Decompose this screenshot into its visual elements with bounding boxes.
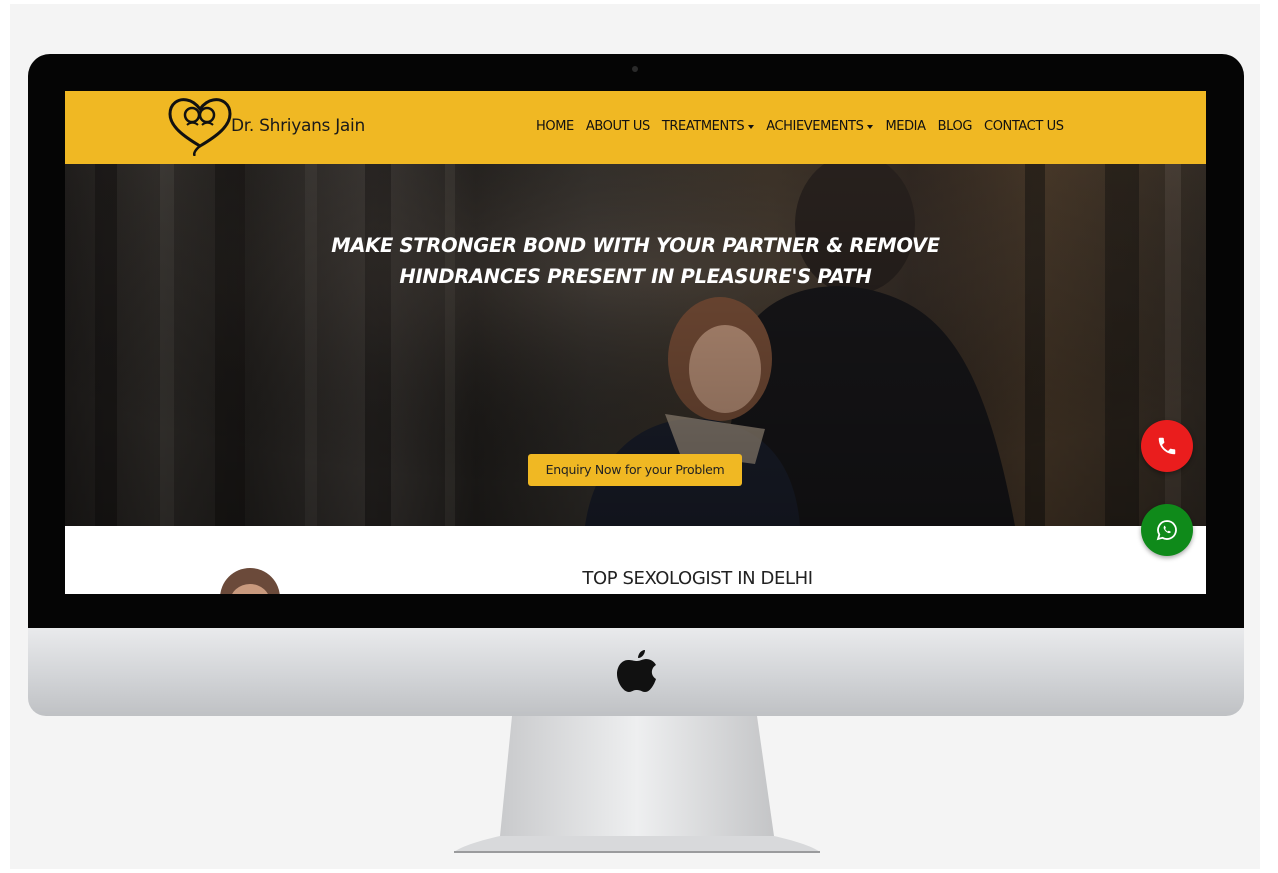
- nav-label: CONTACT US: [984, 119, 1064, 134]
- nav-item-about-us[interactable]: ABOUT US: [580, 119, 656, 134]
- nav-item-media[interactable]: MEDIA: [879, 119, 931, 134]
- nav-item-blog[interactable]: BLOG: [932, 119, 978, 134]
- whatsapp-button[interactable]: [1141, 504, 1193, 556]
- website-screen: Dr. Shriyans Jain HOME ABOUT US TREATMEN…: [65, 91, 1206, 594]
- call-button[interactable]: [1141, 420, 1193, 472]
- nav-label: ABOUT US: [585, 119, 650, 134]
- section-title: TOP SEXOLOGIST IN DELHI: [582, 568, 813, 589]
- hero-headline-line-1: MAKE STRONGER BOND WITH YOUR PARTNER & R…: [331, 234, 940, 257]
- nav-label: HOME: [536, 119, 574, 134]
- apple-logo-icon: [617, 650, 656, 692]
- nav-item-treatments[interactable]: TREATMENTS: [656, 119, 760, 134]
- doctor-photo: [220, 568, 280, 594]
- caret-down-icon: [748, 124, 755, 129]
- caret-down-icon: [867, 124, 874, 129]
- phone-icon: [1158, 437, 1176, 455]
- nav-item-home[interactable]: HOME: [530, 119, 580, 134]
- intro-section: TOP SEXOLOGIST IN DELHI: [65, 526, 1206, 594]
- nav-item-contact-us[interactable]: CONTACT US: [978, 119, 1070, 134]
- hero-headline: MAKE STRONGER BOND WITH YOUR PARTNER & R…: [65, 230, 1206, 292]
- nav-label: BLOG: [937, 119, 973, 134]
- brand[interactable]: Dr. Shriyans Jain: [165, 94, 365, 160]
- navbar: Dr. Shriyans Jain HOME ABOUT US TREATMEN…: [65, 91, 1206, 164]
- nav-label: MEDIA: [885, 119, 926, 134]
- enquiry-now-button[interactable]: Enquiry Now for your Problem: [528, 454, 742, 486]
- monitor-stand: [454, 716, 820, 853]
- hero-banner: MAKE STRONGER BOND WITH YOUR PARTNER & R…: [65, 164, 1206, 526]
- brand-name: Dr. Shriyans Jain: [231, 116, 365, 136]
- whatsapp-icon: [1156, 520, 1177, 541]
- heart-couple-logo-icon: [168, 98, 232, 156]
- main-nav: HOME ABOUT US TREATMENTS ACHIEVEMENTS ME…: [530, 119, 1070, 134]
- nav-label: ACHIEVEMENTS: [766, 119, 864, 134]
- nav-item-achievements[interactable]: ACHIEVEMENTS: [760, 119, 879, 134]
- nav-label: TREATMENTS: [661, 119, 745, 134]
- hero-headline-line-2: HINDRANCES PRESENT IN PLEASURE'S PATH: [399, 265, 872, 288]
- camera-dot: [632, 66, 638, 72]
